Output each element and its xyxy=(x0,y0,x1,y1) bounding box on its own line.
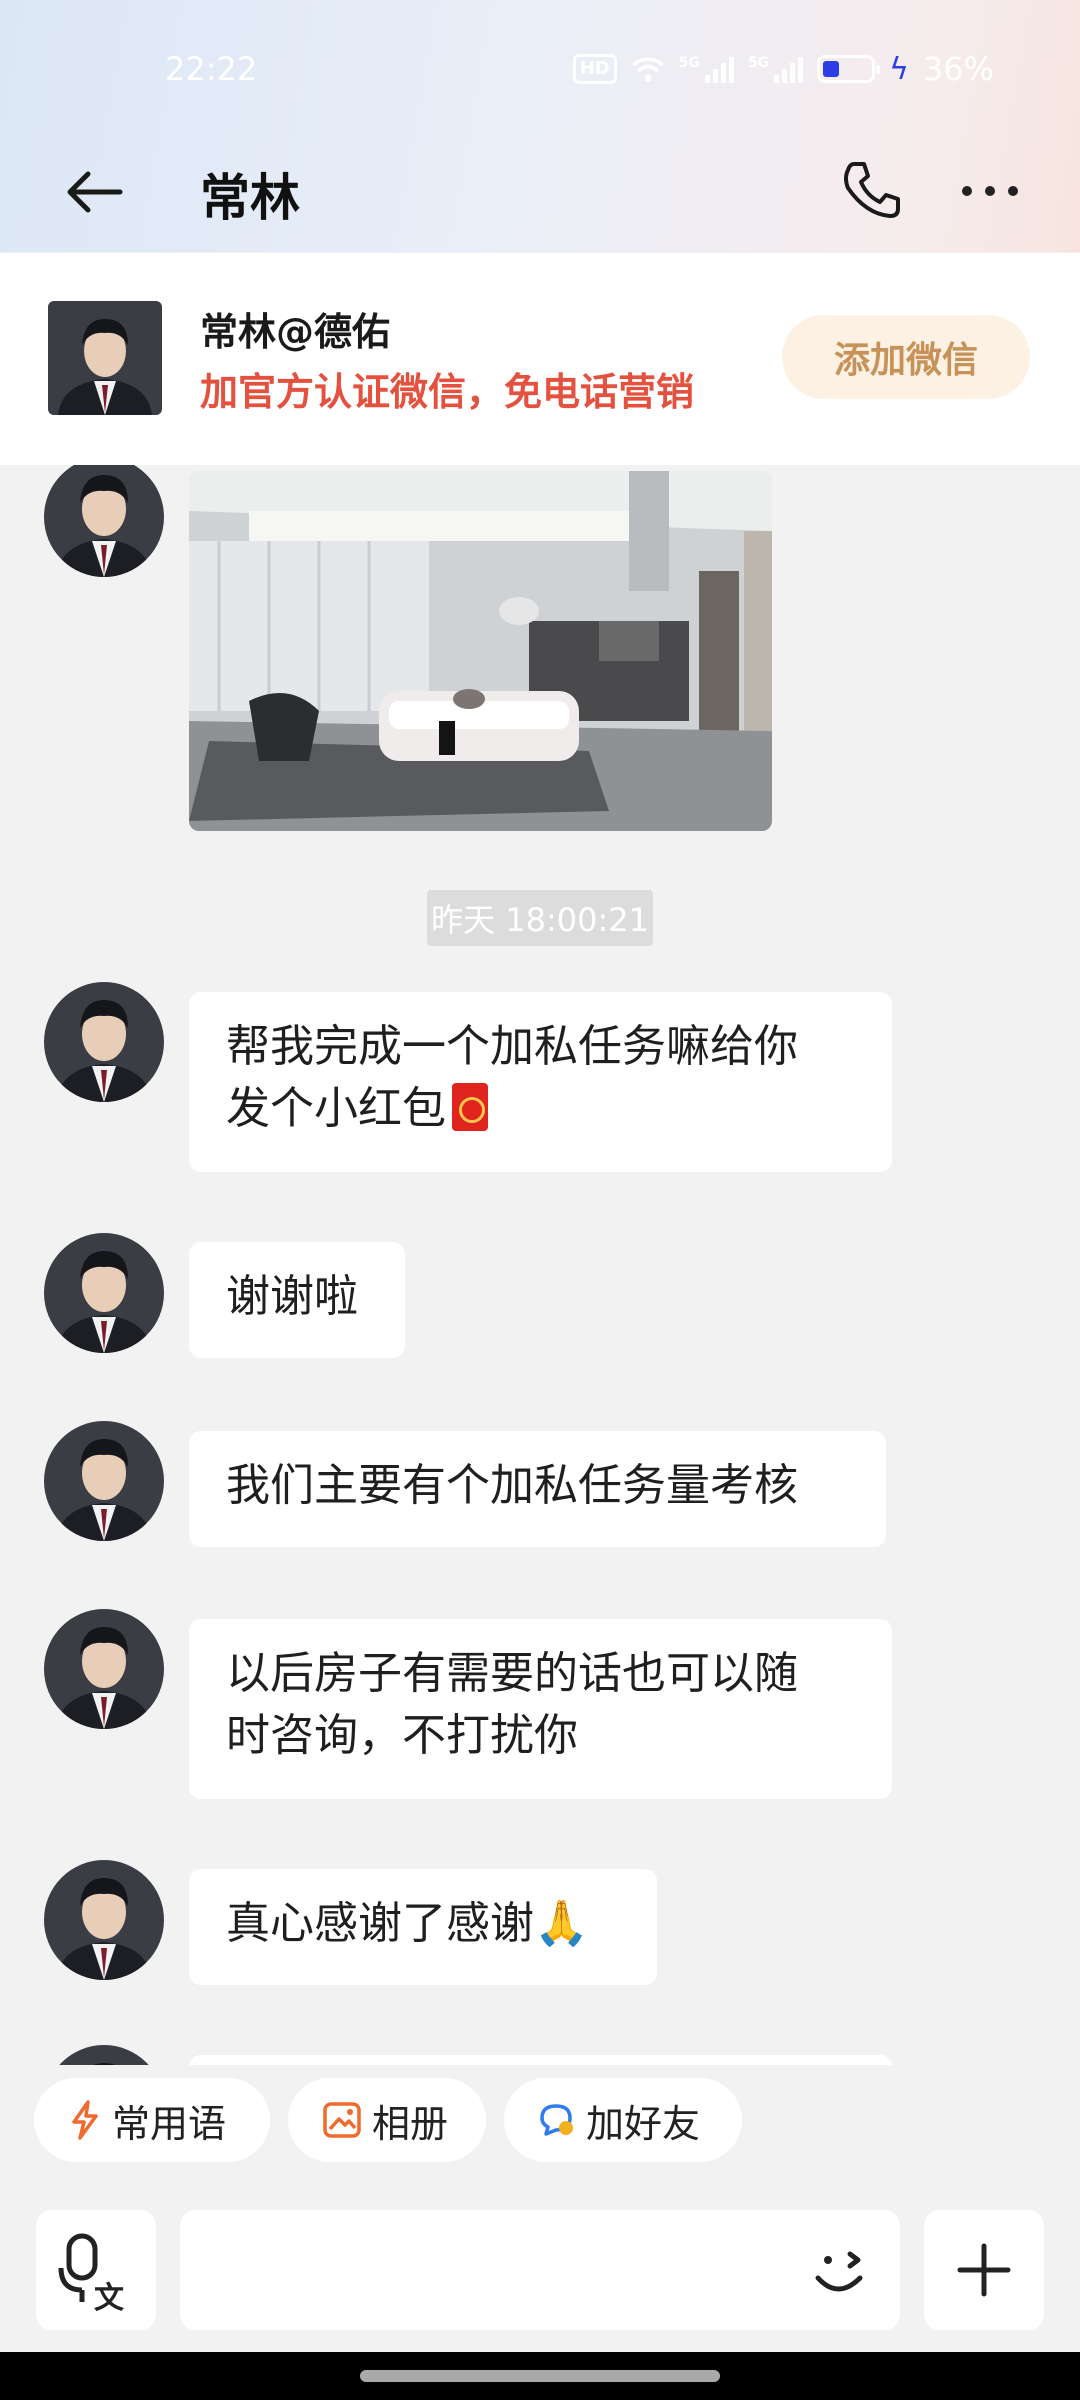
nav-bar: 常林 xyxy=(0,140,1080,240)
add-wechat-button[interactable]: 添加微信 xyxy=(782,315,1030,399)
message-text: 我们主要有个加私任务量考核 xyxy=(226,1460,798,1511)
pray-emoji-icon: 🙏 xyxy=(534,1898,589,1949)
more-icon-dot xyxy=(1008,186,1018,196)
battery-percent: 36% xyxy=(922,50,994,88)
sender-avatar[interactable] xyxy=(44,982,164,1102)
more-icon-dot xyxy=(985,186,995,196)
red-envelope-icon xyxy=(452,1083,488,1131)
more-options-button[interactable] xyxy=(924,2210,1044,2330)
header-background: 22:22 HD 5G 5G ϟ 36% 常林 xyxy=(0,0,1080,252)
living-room-photo[interactable] xyxy=(189,471,772,831)
agent-card: 常林@德佑 加官方认证微信，免电话营销 添加微信 xyxy=(0,253,1080,465)
status-bar: 22:22 HD 5G 5G ϟ 36% xyxy=(0,40,1080,100)
input-bar: 文 xyxy=(0,2172,1080,2352)
emoji-button[interactable] xyxy=(800,2232,880,2312)
smiley-icon xyxy=(815,2251,863,2292)
chip-label: 加好友 xyxy=(586,2101,701,2146)
add-friend-chip[interactable]: 加好友 xyxy=(504,2078,742,2162)
back-arrow-icon xyxy=(67,171,123,213)
more-icon-dot xyxy=(962,186,972,196)
sender-avatar[interactable] xyxy=(44,1609,164,1729)
phone-icon xyxy=(844,162,900,218)
wifi-icon xyxy=(631,57,664,82)
svg-text:文: 文 xyxy=(94,2281,124,2315)
sender-avatar[interactable] xyxy=(44,1421,164,1541)
agent-name: 常林@德佑 xyxy=(200,310,391,354)
message-input[interactable] xyxy=(180,2210,900,2330)
message-bubble[interactable] xyxy=(189,2055,892,2065)
status-time: 22:22 xyxy=(165,50,258,88)
sender-avatar[interactable] xyxy=(44,465,164,577)
message-bubble[interactable]: 谢谢啦 xyxy=(189,1242,405,1358)
voice-to-text-icon: 文 xyxy=(58,2233,124,2315)
message-text: 谢谢啦 xyxy=(226,1271,358,1322)
more-button[interactable] xyxy=(956,166,1024,216)
chip-label: 相册 xyxy=(372,2101,449,2146)
message-text: 真心感谢了感谢 xyxy=(226,1898,534,1949)
message-bubble[interactable]: 帮我完成一个加私任务嘛给你 发个小红包 xyxy=(189,992,892,1172)
sender-avatar[interactable] xyxy=(44,2045,164,2065)
battery-icon xyxy=(817,55,881,83)
quick-actions-bar: 常用语 相册 加好友 xyxy=(0,2078,1080,2162)
message-text: 帮我完成一个加私任务嘛给你 xyxy=(226,1021,798,1072)
signal-sim1-icon: 5G xyxy=(679,55,734,83)
quick-phrases-chip[interactable]: 常用语 xyxy=(34,2078,270,2162)
hd-badge: HD xyxy=(572,54,617,84)
status-icons: HD 5G 5G ϟ 36% xyxy=(572,50,994,88)
chip-label: 常用语 xyxy=(112,2101,227,2146)
chat-area[interactable]: 昨天 18:00:21 帮我完成一个加私任务嘛给你 发个小红包 谢谢啦 我们主要… xyxy=(0,465,1080,2065)
message-text: 以后房子有需要的话也可以随 xyxy=(226,1648,798,1699)
back-button[interactable] xyxy=(60,162,130,222)
signal-sim2-icon: 5G xyxy=(748,55,804,83)
sender-avatar[interactable] xyxy=(44,1233,164,1353)
voice-to-text-button[interactable]: 文 xyxy=(36,2210,156,2330)
agent-promo-text: 加官方认证微信，免电话营销 xyxy=(200,370,695,414)
lightning-icon xyxy=(72,2100,98,2140)
system-nav-bar xyxy=(0,2352,1080,2400)
avatar-image xyxy=(48,301,162,415)
call-button[interactable] xyxy=(840,158,904,222)
home-indicator[interactable] xyxy=(360,2370,720,2382)
agent-avatar[interactable] xyxy=(48,301,162,415)
sender-avatar[interactable] xyxy=(44,1860,164,1980)
message-bubble[interactable]: 真心感谢了感谢🙏 xyxy=(189,1869,657,1985)
album-icon xyxy=(323,2102,361,2138)
charging-icon: ϟ xyxy=(889,51,909,87)
message-bubble[interactable]: 以后房子有需要的话也可以随 时咨询，不打扰你 xyxy=(189,1619,892,1799)
message-text: 时咨询，不打扰你 xyxy=(226,1710,578,1761)
message-bubble[interactable]: 我们主要有个加私任务量考核 xyxy=(189,1431,886,1547)
chat-timestamp: 昨天 18:00:21 xyxy=(427,890,653,946)
page-title: 常林 xyxy=(200,169,300,227)
message-text: 发个小红包 xyxy=(226,1083,446,1134)
add-friend-icon xyxy=(540,2104,573,2136)
plus-icon xyxy=(957,2243,1011,2297)
album-chip[interactable]: 相册 xyxy=(288,2078,486,2162)
